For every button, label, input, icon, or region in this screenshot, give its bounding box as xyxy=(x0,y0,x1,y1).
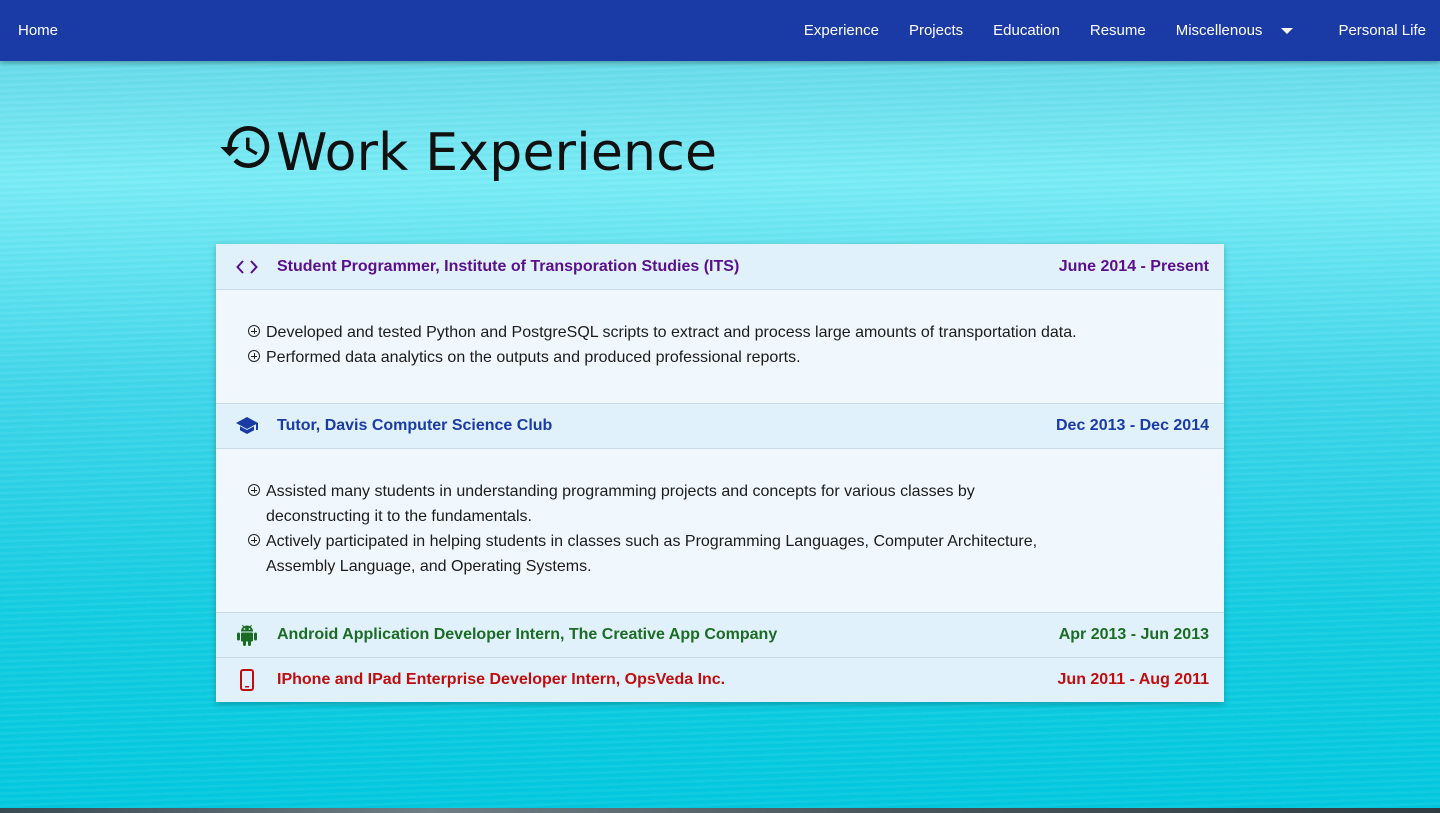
bullet-text: Performed data analytics on the outputs … xyxy=(266,349,801,366)
page-heading: Work Experience xyxy=(218,120,717,186)
nav-personal-life-link[interactable]: Personal Life xyxy=(1338,22,1426,39)
footer-strip xyxy=(0,808,1440,813)
work-experience-list: Student Programmer, Institute of Transpo… xyxy=(216,244,1224,702)
job-title: Android Application Developer Intern, Th… xyxy=(277,626,778,643)
caret-down-icon xyxy=(1281,27,1294,34)
job-title: IPhone and IPad Enterprise Developer Int… xyxy=(277,671,726,688)
job-body-its: Developed and tested Python and PostgreS… xyxy=(216,289,1224,403)
plus-circle-icon xyxy=(248,350,260,362)
android-icon xyxy=(235,623,259,647)
job-title: Student Programmer, Institute of Transpo… xyxy=(277,257,740,275)
nav-links: Experience Projects Education Resume Mis… xyxy=(774,0,1426,61)
job-header-its[interactable]: Student Programmer, Institute of Transpo… xyxy=(216,244,1224,289)
job-dates: June 2014 - Present xyxy=(1058,257,1209,275)
graduation-cap-icon xyxy=(235,414,259,438)
nav-home-link[interactable]: Home xyxy=(18,0,58,61)
code-icon xyxy=(235,255,259,279)
job-dates: Dec 2013 - Dec 2014 xyxy=(1056,417,1209,434)
plus-circle-icon xyxy=(248,534,260,546)
list-item: Assisted many students in understanding … xyxy=(248,479,1184,529)
page-title: Work Experience xyxy=(276,123,718,183)
list-item: Performed data analytics on the outputs … xyxy=(248,345,1184,370)
job-body-tutor: Assisted many students in understanding … xyxy=(216,448,1224,612)
job-dates: Jun 2011 - Aug 2011 xyxy=(1057,671,1209,688)
plus-circle-icon xyxy=(248,484,260,496)
job-header-android[interactable]: Android Application Developer Intern, Th… xyxy=(216,612,1224,657)
nav-projects-link[interactable]: Projects xyxy=(909,22,963,39)
list-item: Actively participated in helping student… xyxy=(248,529,1184,579)
job-header-opsveda[interactable]: IPhone and IPad Enterprise Developer Int… xyxy=(216,657,1224,702)
nav-miscellenous-dropdown[interactable]: Miscellenous xyxy=(1176,22,1294,39)
list-item: Developed and tested Python and PostgreS… xyxy=(248,320,1184,345)
nav-resume-link[interactable]: Resume xyxy=(1090,22,1146,39)
history-icon xyxy=(220,126,270,169)
nav-education-link[interactable]: Education xyxy=(993,22,1060,39)
phone-icon xyxy=(235,668,259,692)
job-title: Tutor, Davis Computer Science Club xyxy=(277,417,553,434)
nav-miscellenous-label: Miscellenous xyxy=(1175,22,1263,39)
plus-circle-icon xyxy=(248,325,260,337)
bullet-text: Developed and tested Python and PostgreS… xyxy=(266,324,1077,341)
bullet-text: Actively participated in helping student… xyxy=(266,533,1038,575)
navbar: Home Experience Projects Education Resum… xyxy=(0,0,1440,61)
bullet-text: Assisted many students in understanding … xyxy=(266,483,975,525)
job-header-tutor[interactable]: Tutor, Davis Computer Science Club Dec 2… xyxy=(216,403,1224,448)
job-dates: Apr 2013 - Jun 2013 xyxy=(1058,626,1209,643)
nav-experience-link[interactable]: Experience xyxy=(804,22,879,39)
